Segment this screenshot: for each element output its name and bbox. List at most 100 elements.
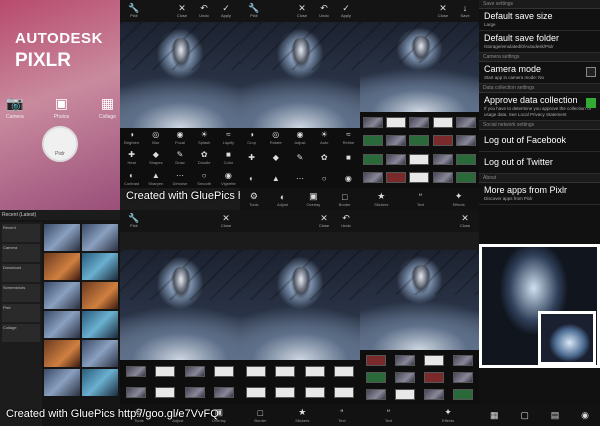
- effect-thumb[interactable]: [431, 132, 454, 150]
- tab-tools[interactable]: ⚙ Tools: [249, 191, 258, 207]
- undo-button[interactable]: ↶ Undo: [314, 1, 334, 21]
- tool-cell[interactable]: ✚: [240, 148, 264, 168]
- menu-button[interactable]: 🔧 Pixlr: [124, 211, 144, 231]
- tab-adjust[interactable]: ◐ Adjust: [277, 192, 288, 207]
- undo-button[interactable]: ↶ Undo: [194, 1, 214, 21]
- photo-canvas[interactable]: [240, 250, 360, 360]
- folder-item[interactable]: Download: [2, 264, 40, 282]
- gallery-thumb[interactable]: [82, 282, 118, 309]
- spacing-button[interactable]: ▤: [551, 410, 560, 421]
- more-apps-item[interactable]: More apps from Pixlr Discover apps from …: [479, 183, 600, 205]
- tab-effects[interactable]: ✦ Effects: [442, 407, 454, 423]
- font-thumb[interactable]: [271, 382, 300, 402]
- folder-item[interactable]: Camera: [2, 244, 40, 262]
- ratio-button[interactable]: ▢: [520, 410, 529, 421]
- tool-cell[interactable]: ≈ Refine: [336, 128, 360, 148]
- sticker-thumb[interactable]: [362, 386, 390, 402]
- effect-thumb[interactable]: [385, 132, 408, 150]
- tool-cell[interactable]: ◆: [264, 148, 288, 168]
- sticker-thumb[interactable]: [420, 352, 448, 368]
- close-button[interactable]: ✕ Close: [172, 1, 192, 21]
- save-size-setting[interactable]: Default save size Large: [479, 9, 600, 31]
- twitter-logout[interactable]: Log out of Twitter: [479, 152, 600, 174]
- tool-cell[interactable]: ■ Color: [216, 148, 240, 168]
- tab-stickers[interactable]: ★ Stickers: [374, 191, 388, 207]
- collage-button[interactable]: ▦ Collage: [99, 95, 116, 120]
- effect-thumb[interactable]: [362, 114, 385, 132]
- effect-thumb[interactable]: [408, 150, 431, 168]
- tool-cell[interactable]: ■: [336, 148, 360, 168]
- sticker-thumb[interactable]: [391, 369, 419, 385]
- camera-button[interactable]: 📷 Camera: [6, 95, 24, 120]
- font-thumb[interactable]: [242, 382, 271, 402]
- overlay-thumb[interactable]: [151, 362, 180, 382]
- sticker-thumb[interactable]: [449, 352, 477, 368]
- photo-canvas[interactable]: [120, 250, 240, 360]
- gallery-thumb[interactable]: [82, 224, 118, 251]
- gallery-thumb[interactable]: [82, 369, 118, 396]
- folder-item[interactable]: Screenshots: [2, 284, 40, 302]
- folder-item[interactable]: Pixlr: [2, 304, 40, 322]
- tool-cell[interactable]: ✎ Draw: [168, 148, 192, 168]
- color-button[interactable]: ◉: [581, 410, 589, 421]
- effect-thumb[interactable]: [385, 168, 408, 186]
- tool-cell[interactable]: ◆ Shapes: [144, 148, 168, 168]
- camera-mode-setting[interactable]: Camera mode Start app in camera mode: No: [479, 62, 600, 84]
- camera-mode-checkbox[interactable]: [586, 67, 596, 77]
- tab-stickers[interactable]: ★ Stickers: [295, 407, 309, 423]
- tab-text[interactable]: “Text: [385, 408, 392, 423]
- tool-cell[interactable]: ○ Smooth: [192, 168, 216, 188]
- sticker-thumb[interactable]: [449, 369, 477, 385]
- tool-cell[interactable]: ◐ Contrast: [120, 168, 144, 188]
- close-button[interactable]: ✕ Close: [433, 1, 453, 21]
- menu-button[interactable]: 🔧 Pixlr: [124, 1, 144, 21]
- overlay-thumb[interactable]: [122, 382, 151, 402]
- photo-canvas[interactable]: [360, 250, 479, 350]
- photo-canvas[interactable]: [360, 22, 479, 112]
- tool-cell[interactable]: ✚ Heal: [120, 148, 144, 168]
- layout-button[interactable]: ▦: [490, 410, 499, 421]
- font-thumb[interactable]: [242, 362, 271, 382]
- overlay-thumb[interactable]: [151, 382, 180, 402]
- font-thumb[interactable]: [329, 382, 358, 402]
- photo-canvas[interactable]: [240, 22, 360, 128]
- gallery-thumb[interactable]: [44, 311, 80, 338]
- tab-effects[interactable]: ✦ Effects: [453, 191, 465, 207]
- tool-cell[interactable]: ◉ Vignette: [216, 168, 240, 188]
- tool-cell[interactable]: ✿ Doodle: [192, 148, 216, 168]
- font-thumb[interactable]: [329, 362, 358, 382]
- font-thumb[interactable]: [300, 362, 329, 382]
- sticker-thumb[interactable]: [449, 386, 477, 402]
- effect-thumb[interactable]: [408, 132, 431, 150]
- effect-thumb[interactable]: [431, 150, 454, 168]
- gallery-thumb[interactable]: [82, 253, 118, 280]
- tool-cell[interactable]: ✿: [312, 148, 336, 168]
- menu-button[interactable]: 🔧 Pixlr: [244, 1, 264, 21]
- effect-thumb[interactable]: [454, 114, 477, 132]
- undo-button[interactable]: ↶ Undo: [336, 211, 356, 231]
- folder-item[interactable]: Collage: [2, 324, 40, 342]
- effect-thumb[interactable]: [408, 168, 431, 186]
- tab-border[interactable]: □ Border: [254, 408, 266, 423]
- font-thumb[interactable]: [300, 382, 329, 402]
- effect-thumb[interactable]: [431, 114, 454, 132]
- tool-cell[interactable]: ≈ Liquify: [216, 128, 240, 148]
- effect-thumb[interactable]: [385, 150, 408, 168]
- overlay-thumb[interactable]: [180, 362, 209, 382]
- close-button[interactable]: ✕ Close: [292, 1, 312, 21]
- collage-preview[interactable]: [479, 244, 600, 368]
- tool-cell[interactable]: ◉: [336, 168, 360, 188]
- overlay-thumb[interactable]: [209, 362, 238, 382]
- tool-cell[interactable]: ◉ Adjust: [288, 128, 312, 148]
- effect-thumb[interactable]: [362, 168, 385, 186]
- tool-cell[interactable]: ☀ Auto: [312, 128, 336, 148]
- overlay-thumb[interactable]: [180, 382, 209, 402]
- tool-cell[interactable]: ◐: [240, 168, 264, 188]
- effect-thumb[interactable]: [454, 132, 477, 150]
- sticker-thumb[interactable]: [362, 352, 390, 368]
- apply-button[interactable]: ✓ Apply: [336, 1, 356, 21]
- tool-cell[interactable]: ✎: [288, 148, 312, 168]
- sticker-thumb[interactable]: [420, 386, 448, 402]
- effect-thumb[interactable]: [454, 150, 477, 168]
- effect-thumb[interactable]: [431, 168, 454, 186]
